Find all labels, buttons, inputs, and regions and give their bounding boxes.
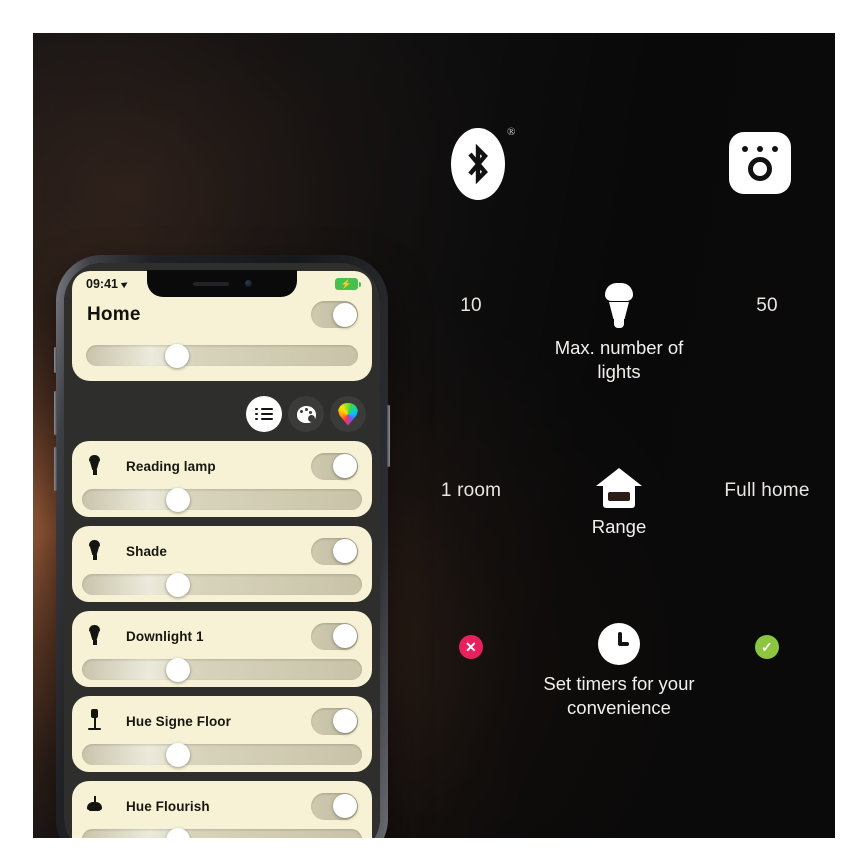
list-item[interactable]: Hue Signe Floor xyxy=(72,696,372,772)
phone-notch xyxy=(147,270,297,297)
light-row: Hue Flourish xyxy=(72,781,372,831)
toggle-knob xyxy=(332,302,357,327)
slider-knob[interactable] xyxy=(166,827,190,838)
spot-bulb-icon xyxy=(85,539,104,563)
list-item[interactable]: Shade xyxy=(72,526,372,602)
earpiece-speaker xyxy=(192,281,229,286)
tab-list[interactable] xyxy=(246,396,282,432)
bridge-status-dots xyxy=(742,145,778,152)
light-name: Shade xyxy=(126,543,168,559)
light-brightness-slider[interactable] xyxy=(82,827,362,838)
toggle-knob xyxy=(332,794,357,818)
front-camera-icon xyxy=(244,280,252,287)
battery-charging-icon: ⚡ xyxy=(335,278,361,290)
slider-knob[interactable] xyxy=(166,742,190,767)
light-brightness-slider[interactable] xyxy=(82,657,362,682)
cross-icon: ✕ xyxy=(459,635,483,659)
feature-label: Max. number of lights xyxy=(554,337,684,382)
home-power-toggle[interactable] xyxy=(311,301,358,328)
light-brightness-slider[interactable] xyxy=(82,572,362,597)
light-row: Downlight 1 xyxy=(72,611,372,661)
light-name: Reading lamp xyxy=(126,458,216,474)
light-power-toggle[interactable] xyxy=(311,537,358,565)
slider-knob[interactable] xyxy=(166,572,190,597)
phone-volume-down-button[interactable] xyxy=(54,447,57,491)
house-icon xyxy=(596,468,642,508)
feature-row-range: 1 room Range Full home xyxy=(403,468,835,539)
spot-bulb-icon xyxy=(85,454,104,478)
tab-scenes[interactable] xyxy=(288,396,324,432)
page-title: Home xyxy=(87,304,141,325)
screenshot-stage: ® 10 Max. number of lights 50 1 room Ran… xyxy=(0,0,868,868)
feature-right-status: ✓ xyxy=(699,623,835,659)
light-brightness-slider[interactable] xyxy=(82,742,362,767)
hue-app-screen: 09:41 ⚡ Home Reading lamp Shade Downligh… xyxy=(64,263,380,838)
feature-label: Set timers for your convenience xyxy=(543,673,695,718)
feature-label: Range xyxy=(591,516,647,537)
toggle-knob xyxy=(332,539,357,563)
phone-mute-switch[interactable] xyxy=(54,347,57,373)
feature-center: Range xyxy=(539,468,699,539)
feature-left-value: 10 xyxy=(460,295,482,316)
battery-bolt-glyph: ⚡ xyxy=(340,278,353,289)
feature-left-value: 1 room xyxy=(440,480,502,501)
location-arrow-icon xyxy=(120,279,130,289)
registered-trademark-symbol: ® xyxy=(507,126,516,138)
status-bar-left: 09:41 xyxy=(86,277,130,291)
palette-icon xyxy=(296,405,316,423)
list-item[interactable]: Reading lamp xyxy=(72,441,372,517)
slider-knob[interactable] xyxy=(164,343,189,368)
feature-comparison-column: ® 10 Max. number of lights 50 1 room Ran… xyxy=(403,33,835,838)
clock-icon xyxy=(598,623,640,665)
technology-icons-row: ® xyxy=(403,126,835,218)
spot-bulb-icon xyxy=(85,624,104,648)
phone-power-button[interactable] xyxy=(387,405,390,467)
feature-center: Set timers for your convenience xyxy=(539,623,699,720)
list-item[interactable]: Downlight 1 xyxy=(72,611,372,687)
bluetooth-icon xyxy=(451,128,505,200)
phone-mockup: 09:41 ⚡ Home Reading lamp Shade Downligh… xyxy=(54,255,390,838)
light-row: Shade xyxy=(72,526,372,576)
status-bar-time: 09:41 xyxy=(86,277,118,291)
bridge-button-ring xyxy=(748,156,772,181)
color-pin-icon xyxy=(338,402,358,426)
light-row: Reading lamp xyxy=(72,441,372,491)
slider-knob[interactable] xyxy=(166,657,190,682)
view-mode-tabs xyxy=(246,396,366,432)
feature-left-status: ✕ xyxy=(403,623,539,659)
floor-lamp-icon xyxy=(85,709,104,733)
home-header-card: 09:41 ⚡ Home xyxy=(72,270,372,381)
check-icon: ✓ xyxy=(755,635,779,659)
feature-right-value: 50 xyxy=(756,295,778,316)
feature-row-timers: ✕ Set timers for your convenience ✓ xyxy=(403,623,835,720)
light-brightness-slider[interactable] xyxy=(82,487,362,512)
toggle-knob xyxy=(332,709,357,733)
promo-panel: ® 10 Max. number of lights 50 1 room Ran… xyxy=(33,33,835,838)
light-name: Hue Signe Floor xyxy=(126,713,232,729)
pendant-lamp-icon xyxy=(85,794,104,818)
light-power-toggle[interactable] xyxy=(311,622,358,650)
light-list[interactable]: Reading lamp Shade Downlight 1 Hue Signe… xyxy=(72,441,372,838)
toggle-knob xyxy=(332,454,357,478)
hue-bridge-icon xyxy=(729,132,791,194)
light-row: Hue Signe Floor xyxy=(72,696,372,746)
light-bulb-icon xyxy=(604,283,634,329)
light-power-toggle[interactable] xyxy=(311,792,358,820)
tab-colors[interactable] xyxy=(330,396,366,432)
feature-row-max-lights: 10 Max. number of lights 50 xyxy=(403,283,835,384)
list-item[interactable]: Hue Flourish xyxy=(72,781,372,838)
toggle-knob xyxy=(332,624,357,648)
slider-knob[interactable] xyxy=(166,487,190,512)
feature-center: Max. number of lights xyxy=(539,283,699,384)
phone-screen-bezel: 09:41 ⚡ Home Reading lamp Shade Downligh… xyxy=(64,263,380,838)
phone-volume-up-button[interactable] xyxy=(54,391,57,435)
list-icon xyxy=(255,407,273,421)
home-brightness-slider[interactable] xyxy=(86,343,358,368)
light-name: Hue Flourish xyxy=(126,798,210,814)
light-power-toggle[interactable] xyxy=(311,452,358,480)
light-name: Downlight 1 xyxy=(126,628,204,644)
light-power-toggle[interactable] xyxy=(311,707,358,735)
feature-right-value: Full home xyxy=(724,480,810,501)
